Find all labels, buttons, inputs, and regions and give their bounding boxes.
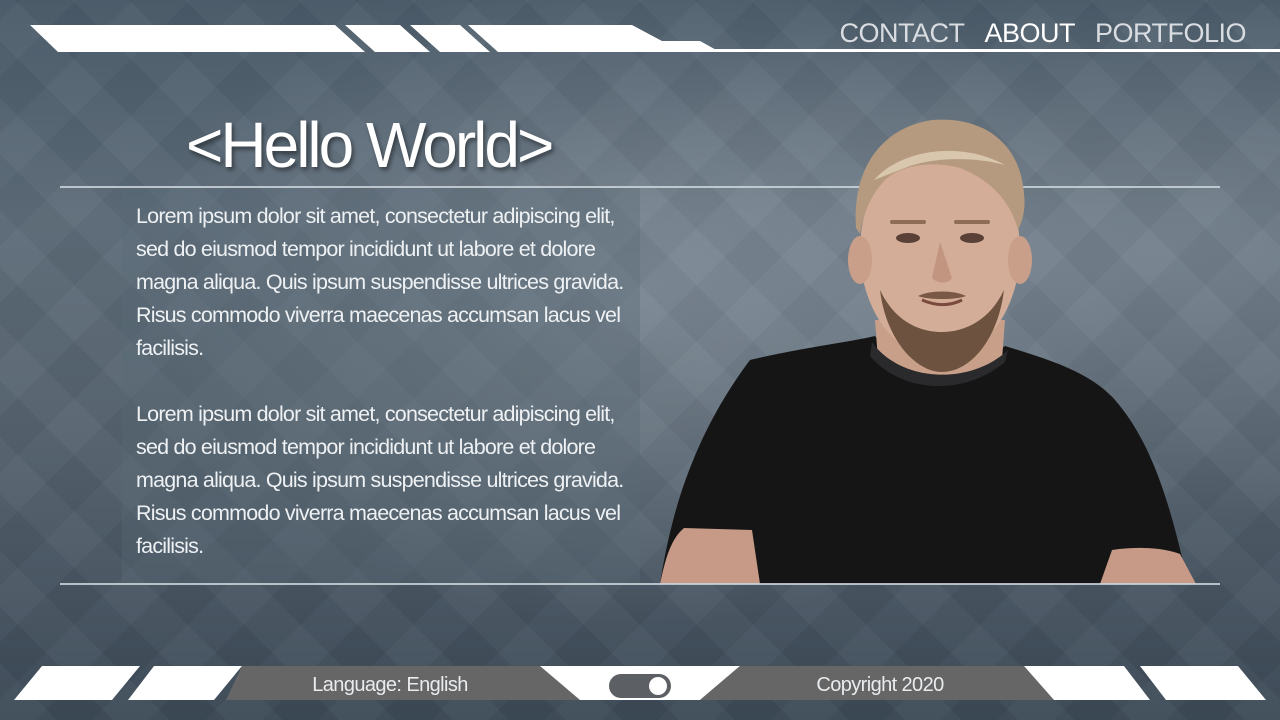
- theme-toggle[interactable]: [609, 674, 671, 698]
- nav-contact[interactable]: CONTACT: [839, 14, 965, 52]
- toggle-knob: [649, 677, 667, 695]
- page-title: <Hello World>: [186, 109, 554, 181]
- profile-photo: [660, 119, 1196, 584]
- about-paragraph-2: Lorem ipsum dolor sit amet, consectetur …: [136, 402, 624, 558]
- nav-portfolio[interactable]: PORTFOLIO: [1095, 14, 1247, 52]
- content-bottom-rule: [60, 583, 1220, 585]
- main-nav: CONTACT ABOUT PORTFOLIO: [839, 14, 1246, 52]
- nav-about[interactable]: ABOUT: [984, 14, 1075, 52]
- language-selector[interactable]: Language: English: [260, 670, 520, 700]
- about-paragraph-1: Lorem ipsum dolor sit amet, consectetur …: [136, 204, 624, 360]
- copyright-text: Copyright 2020: [816, 674, 944, 696]
